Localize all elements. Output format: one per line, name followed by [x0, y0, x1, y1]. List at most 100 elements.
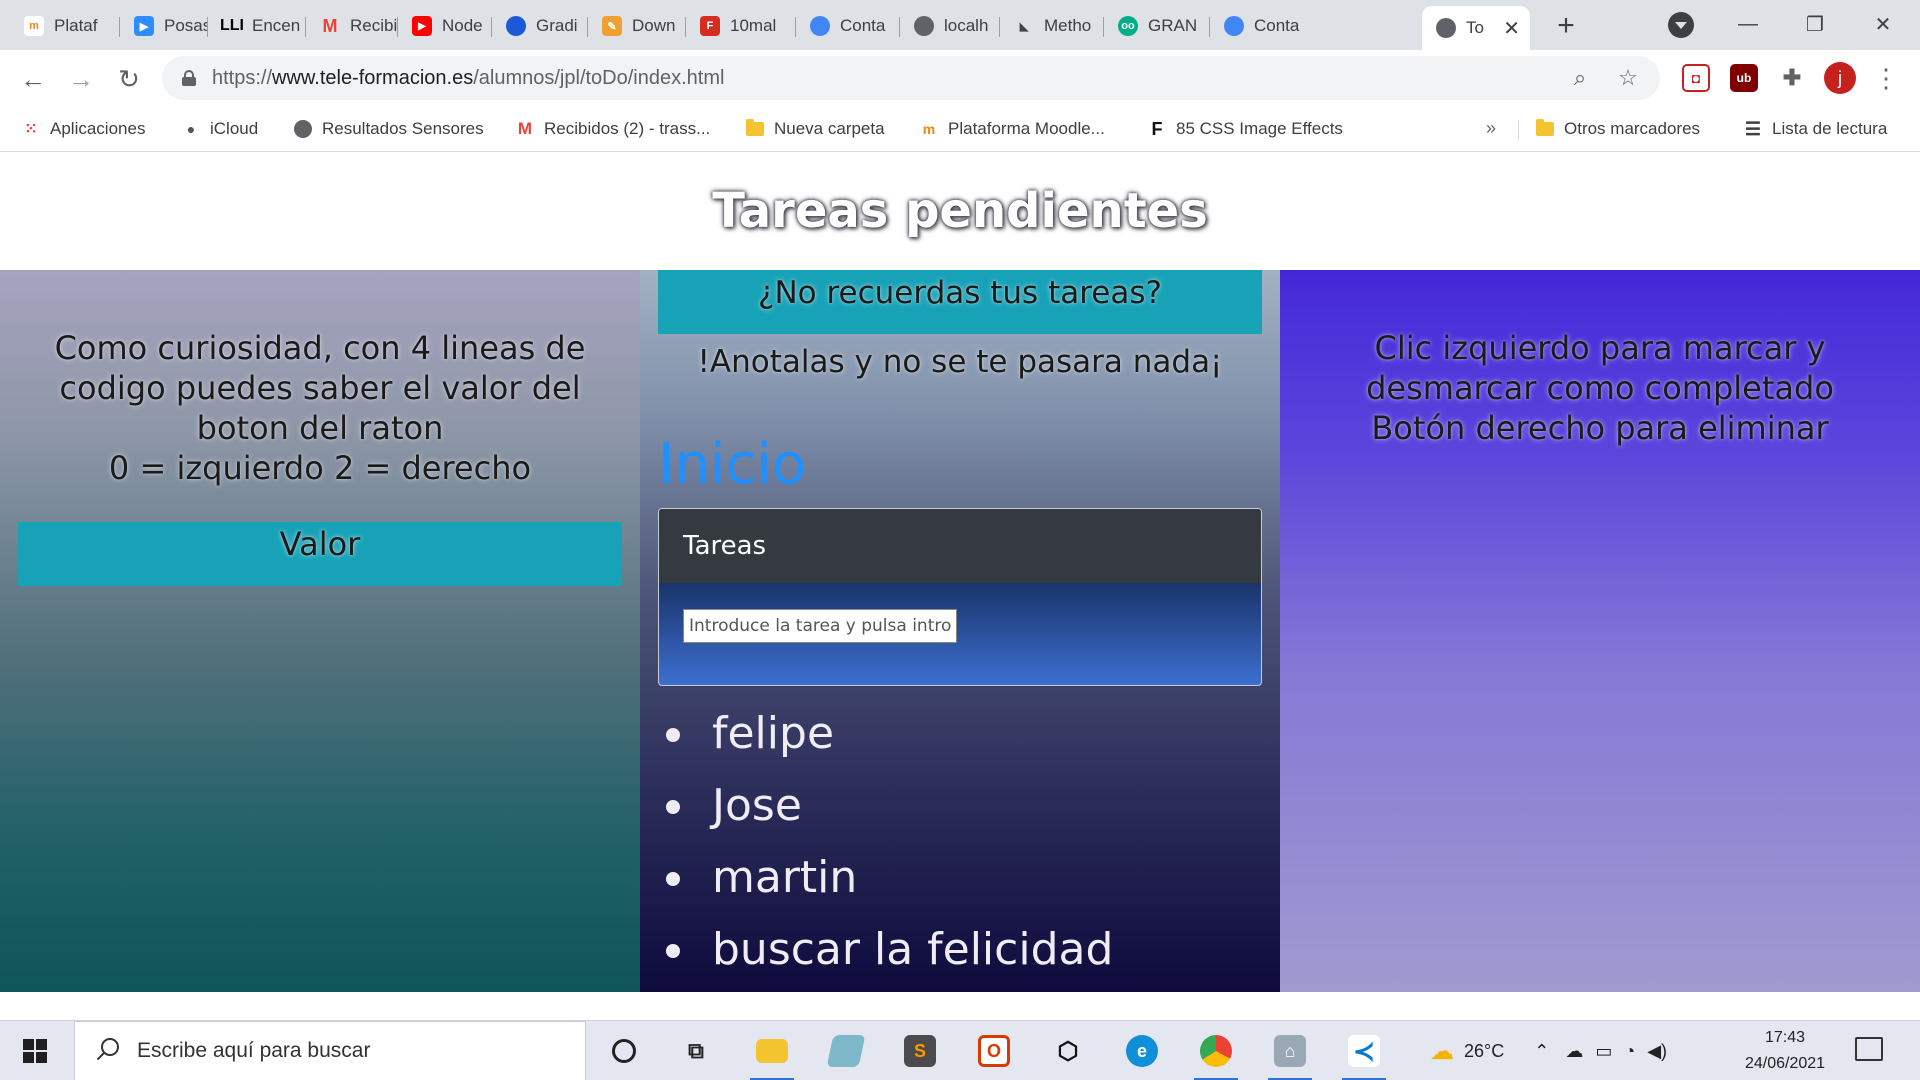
- tab-conta-1[interactable]: Conta: [796, 8, 900, 44]
- f-icon: F: [1151, 118, 1163, 139]
- tab-encen[interactable]: LLI Encen: [208, 8, 306, 44]
- page-title: Tareas pendientes: [712, 183, 1208, 239]
- pocket-extension-icon[interactable]: ◘: [1682, 64, 1710, 92]
- tasks-card-header: Tareas: [659, 509, 1261, 583]
- web-page: Tareas pendientes Como curiosidad, con 4…: [0, 153, 1920, 992]
- clock-date: 24/06/2021: [1744, 1055, 1826, 1072]
- cortana-button[interactable]: [596, 1029, 652, 1073]
- task-view-button[interactable]: ⧉: [668, 1029, 724, 1073]
- weather-temperature[interactable]: 26°C: [1464, 1041, 1504, 1062]
- close-window-button[interactable]: ✕: [1860, 6, 1906, 42]
- notifications-icon[interactable]: [1855, 1037, 1883, 1061]
- system-tray: ☁ 26°C ⌃ ☁ ▭ ◔ ◀): [1430, 1021, 1667, 1080]
- start-button[interactable]: [0, 1021, 70, 1080]
- onedrive-icon[interactable]: ☁: [1565, 1041, 1583, 1062]
- zoom-icon: ▶: [134, 16, 154, 36]
- new-tab-button[interactable]: +: [1548, 8, 1584, 44]
- bookmark-recibidos[interactable]: M Recibidos (2) - trass...: [516, 116, 710, 142]
- app-icon: ⌂: [1274, 1035, 1306, 1067]
- taskbar-vscode[interactable]: ≺: [1336, 1029, 1392, 1080]
- bookmark-label: Nueva carpeta: [774, 119, 885, 138]
- tab-todo-active[interactable]: To ✕: [1422, 6, 1530, 50]
- taskbar-app-9[interactable]: ⌂: [1262, 1029, 1318, 1080]
- tab-plataforma[interactable]: m Plataf: [10, 8, 120, 44]
- bookmarks-bar: ⁙ Aplicaciones ● iCloud Resultados Senso…: [0, 106, 1920, 152]
- browser-menu-icon[interactable]: ⋮: [1872, 60, 1900, 96]
- task-input[interactable]: [683, 609, 957, 643]
- zoom-icon[interactable]: ⌕: [1566, 64, 1594, 92]
- tab-localhost[interactable]: localh: [900, 8, 1000, 44]
- bookmark-label: Resultados Sensores: [322, 119, 484, 138]
- tab-label: GRAN: [1148, 16, 1198, 35]
- mouse-value-box: Valor: [18, 522, 622, 586]
- apple-icon: ●: [186, 121, 196, 137]
- taskbar-app-2[interactable]: [818, 1029, 874, 1073]
- tab-conta-2[interactable]: Conta: [1210, 8, 1314, 44]
- globe-icon: [914, 16, 934, 36]
- task-item[interactable]: buscar la felicidad: [664, 914, 1264, 986]
- back-button[interactable]: ←: [16, 62, 50, 96]
- tab-gradient[interactable]: Gradi: [492, 8, 588, 44]
- task-item[interactable]: martin: [664, 842, 1264, 914]
- tab-label: Node: [442, 16, 483, 35]
- tab-posas[interactable]: ▶ Posas: [120, 8, 208, 44]
- lock-icon[interactable]: [182, 70, 196, 86]
- tab-download[interactable]: ✎ Down: [588, 8, 686, 44]
- address-bar[interactable]: https://www.tele-formacion.es/alumnos/jp…: [162, 56, 1660, 100]
- task-item[interactable]: felipe: [664, 698, 1264, 770]
- tab-node[interactable]: ▶ Node: [398, 8, 492, 44]
- bookmark-label: 85 CSS Image Effects: [1176, 119, 1343, 138]
- chevron-up-icon[interactable]: ⌃: [1534, 1041, 1549, 1062]
- taskbar-chrome[interactable]: [1188, 1029, 1244, 1080]
- ublock-extension-icon[interactable]: ub: [1730, 64, 1758, 92]
- url-path: /alumnos/jpl/toDo/index.html: [473, 67, 725, 89]
- tab-strip: m Plataf ▶ Posas LLI Encen M Recibi ▶ No…: [0, 0, 1920, 50]
- taskbar-office[interactable]: O: [966, 1029, 1022, 1073]
- bookmark-resultados-sensores[interactable]: Resultados Sensores: [294, 116, 484, 142]
- extensions-puzzle-icon[interactable]: ✚: [1778, 64, 1806, 92]
- tab-methods[interactable]: ◣ Metho: [1000, 8, 1104, 44]
- taskbar-codepen[interactable]: ⬡: [1040, 1029, 1096, 1073]
- profile-avatar[interactable]: j: [1824, 62, 1856, 94]
- volume-icon[interactable]: ◀): [1647, 1041, 1667, 1062]
- wifi-icon[interactable]: ◔: [1624, 1041, 1635, 1062]
- reload-button[interactable]: ↻: [112, 62, 146, 96]
- taskbar-edge[interactable]: e: [1114, 1029, 1170, 1073]
- battery-icon[interactable]: ▭: [1595, 1041, 1612, 1062]
- left-column[interactable]: Como curiosidad, con 4 lineas de codigo …: [0, 270, 640, 992]
- minimize-button[interactable]: —: [1725, 6, 1771, 42]
- taskbar-search-box[interactable]: Escribe aquí para buscar: [74, 1021, 586, 1080]
- task-view-icon: ⧉: [688, 1038, 704, 1063]
- tab-recibidos[interactable]: M Recibi: [306, 8, 398, 44]
- codepen-icon: ⬡: [1057, 1037, 1079, 1065]
- tab-label: Recibi: [350, 16, 398, 35]
- bookmark-icloud[interactable]: ● iCloud: [182, 116, 258, 142]
- tab-search-icon[interactable]: [1668, 12, 1694, 38]
- system-clock[interactable]: 17:43 24/06/2021: [1730, 1025, 1840, 1077]
- bookmark-css-effects[interactable]: F 85 CSS Image Effects: [1148, 116, 1343, 142]
- url-text[interactable]: https://www.tele-formacion.es/alumnos/jp…: [212, 67, 724, 90]
- windows-logo-icon: [23, 1039, 47, 1063]
- tab-gran[interactable]: oo GRAN: [1104, 8, 1210, 44]
- restore-button[interactable]: ❐: [1792, 6, 1838, 42]
- bookmark-moodle[interactable]: m Plataforma Moodle...: [920, 116, 1105, 142]
- reading-list-button[interactable]: ☰ Lista de lectura: [1744, 116, 1887, 142]
- tab-label: Down: [632, 16, 676, 35]
- forward-button[interactable]: →: [64, 62, 98, 96]
- bookmark-star-icon[interactable]: ☆: [1614, 64, 1642, 92]
- reminder-banner: ¿No recuerdas tus tareas?: [658, 270, 1262, 334]
- edge-icon: e: [1126, 1035, 1158, 1067]
- bookmark-otros-marcadores[interactable]: Otros marcadores: [1536, 116, 1700, 142]
- bookmarks-overflow-button[interactable]: »: [1486, 118, 1496, 139]
- taskbar-sublime[interactable]: S: [892, 1029, 948, 1073]
- close-tab-icon[interactable]: ✕: [1503, 16, 1520, 41]
- bookmark-apps[interactable]: ⁙ Aplicaciones: [22, 116, 145, 142]
- url-host: www.tele-formacion.es: [272, 67, 474, 89]
- bookmark-nueva-carpeta[interactable]: Nueva carpeta: [746, 116, 885, 142]
- task-item[interactable]: Jose: [664, 770, 1264, 842]
- gmail-icon: M: [322, 15, 338, 36]
- task-list: felipe Jose martin buscar la felicidad: [664, 698, 1264, 986]
- taskbar-file-explorer[interactable]: [744, 1029, 800, 1080]
- tab-10minutemail[interactable]: F 10mal: [686, 8, 796, 44]
- weather-icon[interactable]: ☁: [1430, 1037, 1454, 1066]
